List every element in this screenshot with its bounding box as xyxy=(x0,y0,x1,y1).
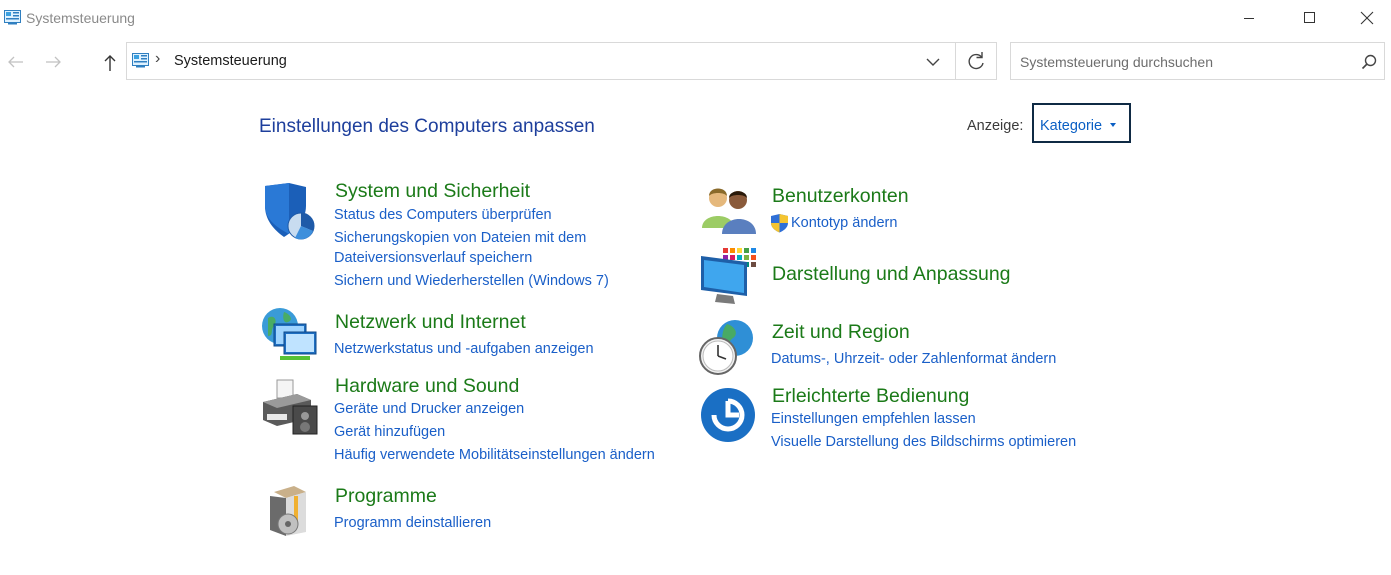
network-globe-icon[interactable] xyxy=(260,306,318,364)
link-mobility-settings[interactable]: Häufig verwendete Mobilitätseinstellunge… xyxy=(334,447,655,463)
search-input[interactable]: Systemsteuerung durchsuchen xyxy=(1010,42,1385,80)
category-title-users[interactable]: Benutzerkonten xyxy=(772,185,909,208)
maximize-button[interactable] xyxy=(1287,0,1333,36)
users-icon[interactable] xyxy=(700,182,758,240)
maximize-icon xyxy=(1304,12,1315,23)
chevron-down-icon[interactable] xyxy=(923,53,943,71)
link-change-account-type[interactable]: Kontotyp ändern xyxy=(791,215,897,231)
back-arrow-icon[interactable] xyxy=(3,51,27,73)
view-label: Anzeige: xyxy=(967,118,1024,134)
minimize-icon xyxy=(1244,18,1254,19)
category-title-system[interactable]: System und Sicherheit xyxy=(335,180,530,203)
link-file-history-2[interactable]: Dateiversionsverlauf speichern xyxy=(334,250,532,266)
control-panel-icon xyxy=(132,53,149,68)
search-placeholder: Systemsteuerung durchsuchen xyxy=(1020,54,1213,70)
shield-icon[interactable] xyxy=(262,182,320,240)
link-recommend-settings[interactable]: Einstellungen empfehlen lassen xyxy=(771,411,976,427)
window-title: Systemsteuerung xyxy=(26,10,135,26)
up-arrow-icon[interactable] xyxy=(98,51,122,73)
link-devices-printers[interactable]: Geräte und Drucker anzeigen xyxy=(334,401,524,417)
category-title-hardware[interactable]: Hardware und Sound xyxy=(335,375,519,398)
search-icon[interactable] xyxy=(1360,53,1378,71)
ease-of-access-icon[interactable] xyxy=(699,385,757,443)
close-button[interactable] xyxy=(1343,0,1389,36)
close-icon xyxy=(1360,11,1374,25)
link-uninstall-program[interactable]: Programm deinstallieren xyxy=(334,515,491,531)
breadcrumb-item[interactable]: Systemsteuerung xyxy=(174,53,287,69)
link-add-device[interactable]: Gerät hinzufügen xyxy=(334,424,445,440)
view-by-dropdown[interactable]: Kategorie xyxy=(1032,103,1131,143)
minimize-button[interactable] xyxy=(1226,0,1272,36)
category-title-appearance[interactable]: Darstellung und Anpassung xyxy=(772,263,1011,286)
title-bar: Systemsteuerung xyxy=(0,0,1391,36)
programs-box-icon[interactable] xyxy=(266,482,324,540)
link-file-history-1[interactable]: Sicherungskopien von Dateien mit dem xyxy=(334,230,586,246)
category-title-programs[interactable]: Programme xyxy=(335,485,437,508)
uac-shield-icon xyxy=(771,214,788,233)
view-by-value[interactable]: Kategorie xyxy=(1040,118,1102,134)
refresh-button[interactable] xyxy=(955,42,997,80)
link-system-status[interactable]: Status des Computers überprüfen xyxy=(334,207,552,223)
caret-down-icon[interactable] xyxy=(1110,123,1116,127)
link-backup-restore[interactable]: Sichern und Wiederherstellen (Windows 7) xyxy=(334,273,609,289)
clock-globe-icon[interactable] xyxy=(697,318,755,376)
forward-arrow-icon[interactable] xyxy=(42,51,66,73)
control-panel-icon xyxy=(4,10,21,25)
address-bar[interactable]: › Systemsteuerung xyxy=(126,42,956,80)
category-title-time[interactable]: Zeit und Region xyxy=(772,321,910,344)
category-title-network[interactable]: Netzwerk und Internet xyxy=(335,311,526,334)
link-date-time-format[interactable]: Datums-, Uhrzeit- oder Zahlenformat ände… xyxy=(771,351,1056,367)
page-title: Einstellungen des Computers anpassen xyxy=(259,116,595,137)
refresh-icon xyxy=(968,52,984,70)
printer-icon[interactable] xyxy=(261,378,319,436)
link-network-status[interactable]: Netzwerkstatus und -aufgaben anzeigen xyxy=(334,341,594,357)
breadcrumb-separator[interactable]: › xyxy=(155,50,160,68)
link-optimize-display[interactable]: Visuelle Darstellung des Bildschirms opt… xyxy=(771,434,1076,450)
category-title-access[interactable]: Erleichterte Bedienung xyxy=(772,385,969,408)
monitor-palette-icon[interactable] xyxy=(699,248,757,306)
